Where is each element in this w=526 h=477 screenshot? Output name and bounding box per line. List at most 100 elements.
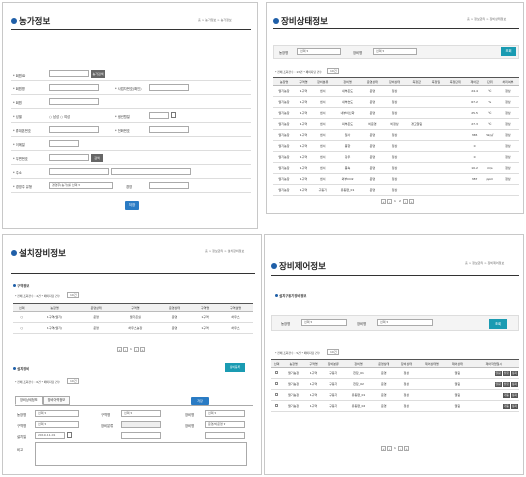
add-device-button[interactable]: 장비등록	[225, 363, 245, 372]
phone-input[interactable]	[149, 126, 189, 133]
device-page-size-select[interactable]: 10건	[67, 378, 79, 384]
table-row[interactable]: 딸기농장 1구역 구동기 천장_02 운영 정상 열림 열림 닫힘 정지	[271, 378, 519, 390]
last-page-button[interactable]: »	[409, 199, 414, 204]
row-checkbox[interactable]	[275, 382, 279, 385]
page-title: 설치장비정보	[11, 247, 66, 259]
last-page-button[interactable]: »	[404, 446, 409, 451]
tab-device-detail[interactable]: 장비상세정보	[15, 396, 43, 405]
table-row[interactable]: 딸기농장 1구역 센서 내부이산화 운영 정상 25.5 ℃ 정상	[273, 107, 519, 119]
table-row[interactable]: 딸기농장 1구역 구동기 유동팬_01 운영 정상	[273, 184, 519, 196]
control-button[interactable]: 닫힘	[502, 381, 510, 387]
first-page-button[interactable]: «	[381, 446, 386, 451]
table-row[interactable]: 딸기농장 1구역 센서 풍속 운영 정상 10.2 m/s 정상	[273, 162, 519, 174]
farm-search-button[interactable]: 농가검색	[91, 70, 105, 78]
control-button[interactable]: 정지	[510, 370, 518, 376]
extra-input[interactable]	[121, 432, 161, 439]
farm-select[interactable]: 선택 ▾	[297, 48, 341, 55]
control-button[interactable]: 정지	[510, 381, 518, 387]
save-button[interactable]: 저장	[191, 397, 209, 405]
table-row[interactable]: ○ 1구역(딸기) 운영 딸기온실 운영 1구역 하우스	[13, 311, 253, 323]
member-name-input[interactable]	[49, 84, 99, 91]
next-page-button[interactable]: ›	[398, 446, 403, 451]
table-row[interactable]: 딸기농장 1구역 구동기 유동팬_02 운영 정상 열림 가동 정지	[271, 400, 519, 412]
device-select[interactable]: 선택 ▾	[377, 319, 433, 326]
member-id-input[interactable]	[49, 70, 89, 77]
table-row[interactable]: 딸기농장 1구역 센서 내부습도 운영 정상 67.2% 정상	[273, 96, 519, 108]
birth-date-input[interactable]	[149, 112, 169, 119]
row-checkbox-cell[interactable]	[271, 367, 283, 379]
operation-select[interactable]: 운영/비운영 ▾	[205, 421, 245, 428]
member-input[interactable]	[49, 98, 99, 105]
save-button[interactable]: 저장	[125, 201, 139, 210]
first-page-button[interactable]: «	[117, 347, 122, 352]
bullet-icon	[13, 284, 16, 287]
device-type-input[interactable]	[121, 421, 161, 428]
prev-page-button[interactable]: ‹	[123, 347, 128, 352]
row-radio[interactable]: ○	[13, 311, 31, 323]
zip-search-button[interactable]: 검색	[91, 154, 103, 162]
prev-page-button[interactable]: ‹	[387, 446, 392, 451]
control-button[interactable]: 정지	[510, 392, 518, 398]
table-row[interactable]: ○ 1구역(딸기) 운영 하우스농장 운영 1구역 하우스	[13, 322, 253, 334]
device-select[interactable]: 선택 ▾	[205, 410, 245, 417]
row-checkbox[interactable]	[275, 371, 279, 374]
table-row[interactable]: 딸기농장 1구역 센서 내부온도 운영 정상 24.4 ℃ 정상	[273, 85, 519, 97]
zone-select[interactable]: 선택 ▾	[121, 410, 161, 417]
control-button[interactable]: 가동	[502, 403, 510, 409]
zone-page-size-select[interactable]: 10건	[67, 292, 79, 298]
table-row[interactable]: 딸기농장 1구역 센서 강우 운영 정상 0 정상	[273, 151, 519, 163]
page-2[interactable]: 2	[398, 199, 402, 204]
next-page-button[interactable]: ›	[134, 347, 139, 352]
row-checkbox[interactable]	[275, 393, 279, 396]
email-input[interactable]	[49, 140, 79, 147]
table-row[interactable]: 딸기농장 1구역 센서 일사 운영 정상 365 W/㎡ 정상	[273, 129, 519, 141]
control-button[interactable]: 열림	[494, 381, 502, 387]
device-select[interactable]: 선택 ▾	[373, 48, 417, 55]
table-row[interactable]: 딸기농장 1구역 구동기 유동팬_01 운영 정상 열림 가동 정지	[271, 389, 519, 401]
search-button[interactable]: 조회	[489, 319, 507, 329]
page-1[interactable]: 1	[129, 347, 133, 352]
row-checkbox-cell[interactable]	[271, 389, 283, 401]
row-checkbox-cell[interactable]	[271, 378, 283, 390]
page-1[interactable]: 1	[393, 199, 397, 204]
control-button[interactable]: 열림	[494, 370, 502, 376]
next-page-button[interactable]: ›	[403, 199, 408, 204]
page-size-select[interactable]: 10건	[327, 68, 339, 74]
address-detail-input[interactable]	[111, 168, 191, 175]
table-cell: 딸기농장	[273, 129, 296, 141]
extra-input-2[interactable]	[205, 432, 245, 439]
control-button[interactable]: 정지	[510, 403, 518, 409]
page-1[interactable]: 1	[393, 446, 397, 451]
row-checkbox[interactable]	[275, 404, 279, 407]
table-row[interactable]: 딸기농장 1구역 구동기 천장_01 운영 정상 열림 열림 닫힘 정지	[271, 367, 519, 379]
owner-type-select[interactable]: 경영주(농가)를 선택 ▾	[49, 182, 113, 189]
first-page-button[interactable]: «	[381, 199, 386, 204]
row-checkbox-cell[interactable]	[271, 400, 283, 412]
search-button[interactable]: 조회	[501, 47, 516, 56]
calendar-icon[interactable]	[171, 112, 176, 118]
tab-device-history[interactable]: 장비이력정보	[42, 396, 71, 405]
row-radio[interactable]: ○	[13, 322, 31, 334]
table-cell: 딸기농장	[282, 389, 305, 401]
last-page-button[interactable]: »	[140, 347, 145, 352]
mobile-input[interactable]	[49, 126, 99, 133]
table-row[interactable]: 딸기농장 1구역 센서 외부CO2 운영 정상 387 ppm 정상	[273, 173, 519, 185]
biz-no-input[interactable]	[149, 84, 189, 91]
control-button[interactable]: 가동	[502, 392, 510, 398]
table-row[interactable]: 딸기농장 1구역 센서 외부온도 비운영 비정상 경고알림 27.3 ℃ 정상	[273, 118, 519, 130]
address-input[interactable]	[49, 168, 109, 175]
farm-select[interactable]: 선택 ▾	[301, 319, 347, 326]
note-textarea[interactable]	[35, 442, 247, 466]
zip-input[interactable]	[49, 154, 89, 161]
control-button[interactable]: 닫힘	[502, 370, 510, 376]
gender-radio-group[interactable]: ○ 남성 ○ 여성	[49, 114, 70, 119]
table-row[interactable]: 딸기농장 1구역 센서 풍향 운영 정상 0 정상	[273, 140, 519, 152]
install-date-input[interactable]: 2019-11-01	[35, 432, 65, 439]
table-cell	[444, 151, 467, 163]
calendar-icon[interactable]	[67, 432, 72, 438]
zone-select-2[interactable]: 선택 ▾	[35, 421, 79, 428]
page-size-select[interactable]: 10건	[327, 349, 339, 355]
farm-select[interactable]: 선택 ▾	[35, 410, 79, 417]
prev-page-button[interactable]: ‹	[387, 199, 392, 204]
management-input[interactable]	[149, 182, 189, 189]
